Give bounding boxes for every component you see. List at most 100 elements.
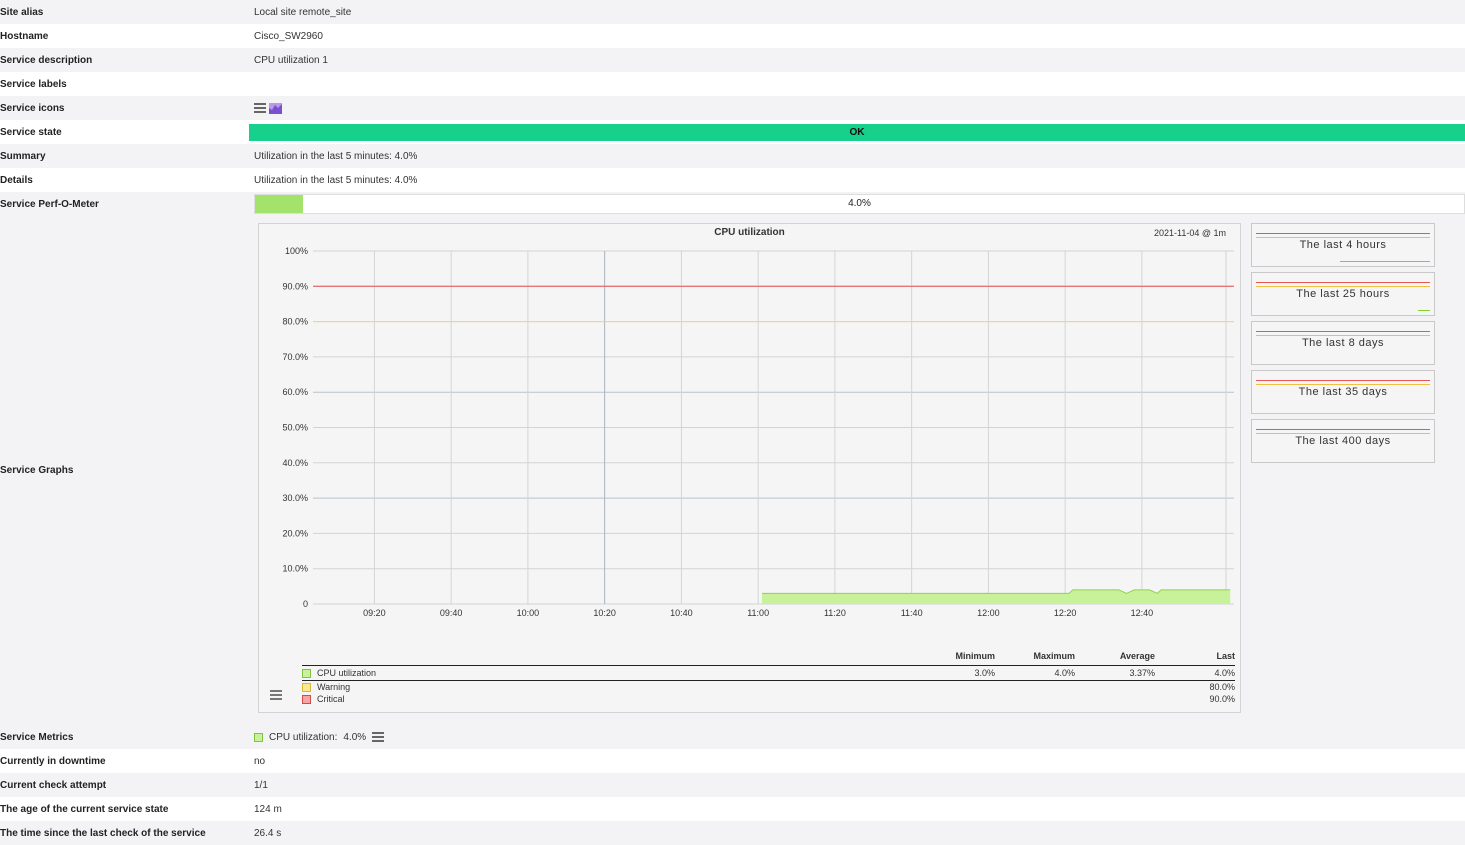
thumb-last-400-days[interactable]: The last 400 days <box>1251 419 1435 463</box>
legend-min-cpu: 3.0% <box>974 668 995 678</box>
row-site-alias: Site alias Local site remote_site <box>0 0 1465 24</box>
legend-name-critical: Critical <box>317 694 345 704</box>
label-check-attempt: Current check attempt <box>0 773 254 797</box>
legend-header-average: Average <box>1119 650 1155 661</box>
service-metric: CPU utilization: 4.0% <box>254 732 1465 743</box>
value-service-labels <box>254 72 1465 96</box>
legend-max-cpu: 4.0% <box>1054 668 1075 678</box>
x-tick-label: 10:20 <box>593 608 616 618</box>
row-check-attempt: Current check attempt 1/1 <box>0 773 1465 797</box>
row-service-description: Service description CPU utilization 1 <box>0 48 1465 72</box>
legend-last-warning: 80.0% <box>1209 682 1235 692</box>
metric-name: CPU utilization: <box>269 731 338 743</box>
x-tick-label: 11:40 <box>901 608 923 618</box>
graph-legend: Minimum Maximum Average Last CPU utiliza… <box>302 646 1235 705</box>
row-downtime: Currently in downtime no <box>0 749 1465 773</box>
x-tick-label: 12:20 <box>1054 608 1077 618</box>
legend-swatch-warning <box>302 682 311 692</box>
thumb-last-8-days[interactable]: The last 8 days <box>1251 321 1435 365</box>
thumb-last-4-hours[interactable]: The last 4 hours <box>1251 223 1435 267</box>
service-icons <box>254 102 1465 114</box>
thumb-label: The last 8 days <box>1301 337 1385 349</box>
label-hostname: Hostname <box>0 24 254 48</box>
legend-row-warning: Warning 80.0% <box>302 681 1235 693</box>
row-service-graphs: Service Graphs CPU utilization 2021-11-0… <box>0 216 1465 725</box>
row-service-metrics: Service Metrics CPU utilization: 4.0% <box>0 725 1465 749</box>
x-tick-label: 12:00 <box>977 608 1000 618</box>
x-tick-label: 10:40 <box>670 608 693 618</box>
legend-avg-cpu: 3.37% <box>1129 668 1155 678</box>
legend-header-last: Last <box>1216 650 1235 661</box>
y-tick-label: 70.0% <box>282 352 308 362</box>
legend-header-maximum: Maximum <box>1033 650 1075 661</box>
thumb-label: The last 25 hours <box>1296 288 1390 300</box>
y-tick-label: 0 <box>303 599 308 609</box>
thumb-label: The last 400 days <box>1295 435 1391 447</box>
metric-menu-icon[interactable] <box>372 732 385 742</box>
label-service-state: Service state <box>0 120 254 144</box>
label-downtime: Currently in downtime <box>0 749 254 773</box>
cpu-utilization-graph[interactable]: CPU utilization 2021-11-04 @ 1m 0 10.0% 20… <box>258 223 1241 713</box>
label-last-check: The time since the last check of the ser… <box>0 821 254 845</box>
thumb-last-35-days[interactable]: The last 35 days <box>1251 370 1435 414</box>
perf-o-meter-value: 4.0% <box>848 198 871 209</box>
value-summary: Utilization in the last 5 minutes: 4.0% <box>254 144 1465 168</box>
value-hostname: Cisco_SW2960 <box>254 24 1465 48</box>
x-tick-label: 12:40 <box>1131 608 1154 618</box>
label-service-metrics: Service Metrics <box>0 725 254 749</box>
y-tick-label: 60.0% <box>282 387 308 397</box>
label-summary: Summary <box>0 144 254 168</box>
legend-name-warning: Warning <box>317 682 351 692</box>
graph-icon[interactable] <box>269 102 282 114</box>
legend-name-cpu: CPU utilization <box>317 668 377 678</box>
row-summary: Summary Utilization in the last 5 minute… <box>0 144 1465 168</box>
row-state-age: The age of the current service state 124… <box>0 797 1465 821</box>
value-service-description: CPU utilization 1 <box>254 48 1465 72</box>
graph-menu-icon[interactable] <box>270 690 282 700</box>
thumb-last-25-hours[interactable]: The last 25 hours <box>1251 272 1435 316</box>
metric-value: 4.0% <box>343 731 367 743</box>
legend-row-critical: Critical 90.0% <box>302 693 1235 705</box>
menu-icon[interactable] <box>254 103 266 113</box>
legend-header-minimum: Minimum <box>955 650 996 661</box>
y-tick-label: 50.0% <box>282 423 308 433</box>
row-details: Details Utilization in the last 5 minute… <box>0 168 1465 192</box>
y-tick-label: 80.0% <box>282 317 308 327</box>
row-service-icons: Service icons <box>0 96 1465 120</box>
row-service-labels: Service labels <box>0 72 1465 96</box>
y-tick-label: 40.0% <box>282 458 308 468</box>
x-tick-label: 11:20 <box>824 608 846 618</box>
label-service-graphs: Service Graphs <box>0 216 254 725</box>
perf-o-meter[interactable]: 4.0% <box>254 194 1465 214</box>
row-service-state: Service state OK <box>0 120 1465 144</box>
x-tick-label: 09:40 <box>440 608 463 618</box>
legend-row-cpu: CPU utilization 3.0% 4.0% 3.37% 4.0% <box>302 666 1235 681</box>
y-tick-label: 90.0% <box>282 281 308 291</box>
label-service-icons: Service icons <box>0 96 254 120</box>
value-site-alias: Local site remote_site <box>254 0 1465 24</box>
value-downtime: no <box>254 749 1465 773</box>
label-service-labels: Service labels <box>0 72 254 96</box>
graph-timerange-thumbnails: The last 4 hours The last 25 hours The l… <box>1251 223 1435 468</box>
row-perf-o-meter: Service Perf-O-Meter 4.0% <box>0 192 1465 216</box>
label-perf-o-meter: Service Perf-O-Meter <box>0 192 254 216</box>
value-state-age: 124 m <box>254 797 1465 821</box>
thumb-label: The last 35 days <box>1298 386 1388 398</box>
label-service-description: Service description <box>0 48 254 72</box>
series-area-cpu-utilization <box>762 589 1231 604</box>
label-details: Details <box>0 168 254 192</box>
value-last-check: 26.4 s <box>254 821 1465 845</box>
y-tick-label: 10.0% <box>282 564 308 574</box>
metric-swatch <box>254 732 263 742</box>
value-details: Utilization in the last 5 minutes: 4.0% <box>254 168 1465 192</box>
legend-last-critical: 90.0% <box>1209 694 1235 704</box>
label-site-alias: Site alias <box>0 0 254 24</box>
service-state-badge: OK <box>249 123 1465 141</box>
y-tick-label: 100% <box>285 246 308 256</box>
row-last-check: The time since the last check of the ser… <box>0 821 1465 845</box>
value-check-attempt: 1/1 <box>254 773 1465 797</box>
graph-plot: 0 10.0% 20.0% 30.0% 40.0% 50.0% 60.0% 70.0% 80.0… <box>282 246 1234 618</box>
label-state-age: The age of the current service state <box>0 797 254 821</box>
legend-swatch-critical <box>302 694 311 704</box>
x-tick-label: 09:20 <box>363 608 386 618</box>
